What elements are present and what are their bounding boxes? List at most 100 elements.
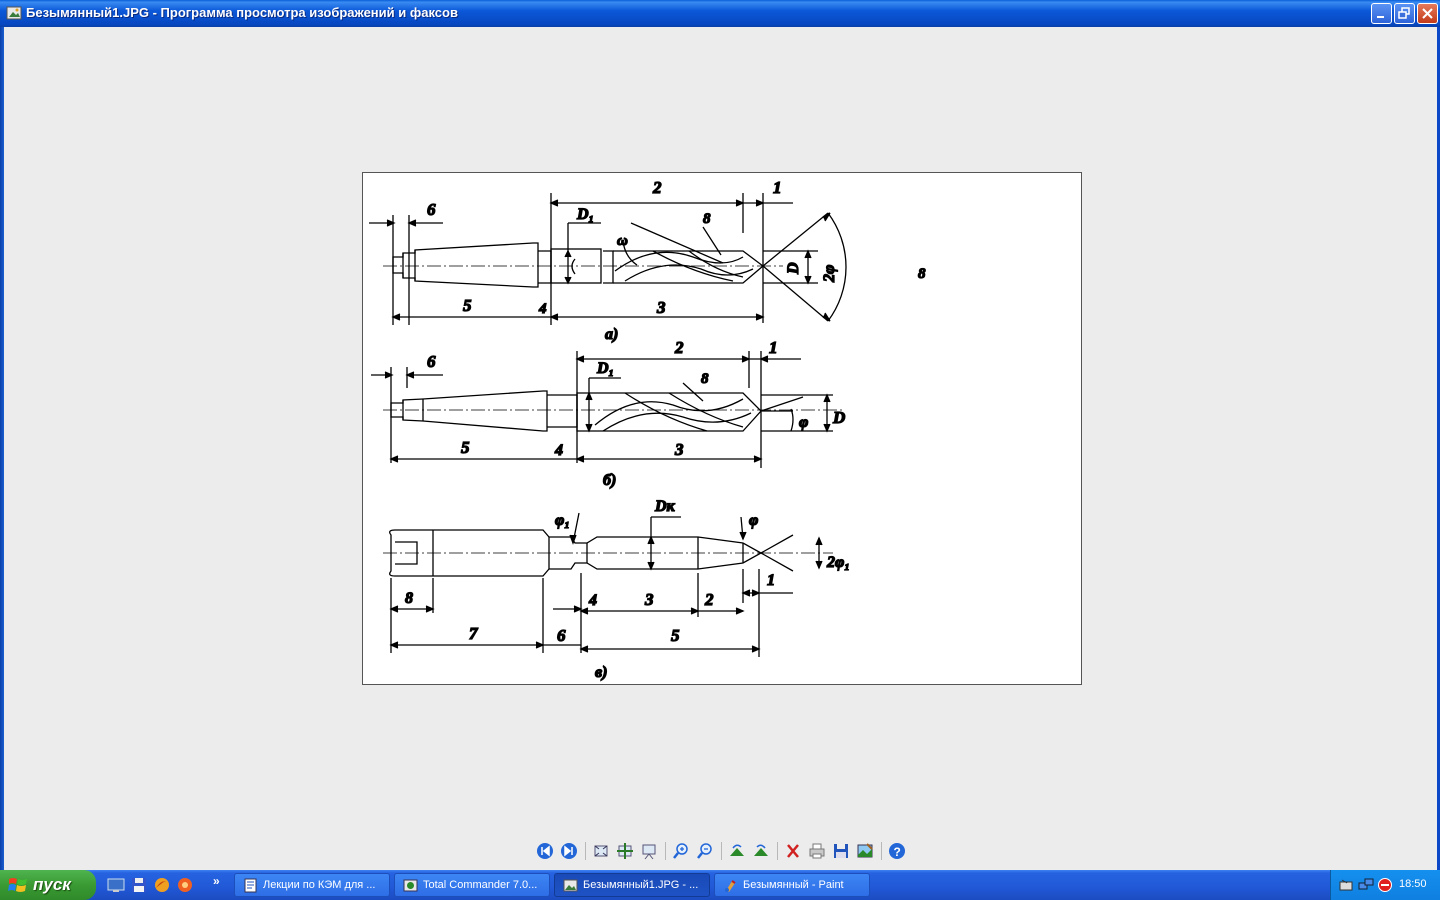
toolbar-separator (585, 842, 586, 860)
close-button[interactable] (1417, 3, 1438, 24)
fig-a-label-8: 8 (703, 211, 711, 227)
print-icon (809, 843, 825, 859)
rotate-clockwise-button[interactable] (727, 840, 747, 862)
total-commander-icon (403, 879, 418, 892)
zoom-in-icon (673, 843, 688, 859)
taskbar-item-word[interactable]: Лекции по КЭМ для ... (234, 873, 390, 897)
taskbar-item-label: Лекции по КЭМ для ... (263, 879, 376, 891)
fig-a-caption: а) (605, 326, 618, 343)
print-button[interactable] (807, 840, 827, 862)
fig-a-label-5: 5 (463, 296, 472, 315)
window-title: Безымянный1.JPG - Программа просмотра из… (26, 5, 458, 20)
drill-drawing: 6 D₁ 2 1 8 ω D 2φ 5 4 3 а) 6 D₁ 2 1 8 φ … (369, 177, 927, 682)
fig-b-label-8: 8 (701, 371, 709, 387)
fig-c-label-3: 3 (644, 590, 654, 609)
zoom-out-button[interactable] (695, 840, 715, 862)
taskbar-item-label: Безымянный - Paint (743, 879, 844, 891)
previous-image-icon (537, 843, 553, 859)
slideshow-button[interactable] (639, 840, 659, 862)
next-image-button[interactable] (559, 840, 579, 862)
zoom-out-icon (697, 843, 712, 859)
restore-button[interactable] (1394, 3, 1415, 24)
fig-b-label-1: 1 (769, 338, 778, 357)
paint-icon (725, 880, 736, 892)
toolbar-separator (721, 842, 722, 860)
clock[interactable]: 18:50 (1399, 878, 1427, 890)
taskbar-item-image-viewer[interactable]: Безымянный1.JPG - ... (554, 873, 710, 897)
zoom-in-button[interactable] (671, 840, 691, 862)
delete-button[interactable] (783, 840, 803, 862)
show-desktop-icon[interactable] (107, 876, 125, 894)
restore-icon (1398, 7, 1410, 19)
fig-c-label-8: 8 (405, 590, 413, 607)
taskbar-item-label: Безымянный1.JPG - ... (583, 879, 699, 891)
system-tray: 18:50 (1330, 870, 1440, 900)
taskbar-item-total-commander[interactable]: Total Commander 7.0... (394, 873, 550, 897)
previous-image-button[interactable] (535, 840, 555, 862)
actual-size-icon (617, 843, 633, 859)
fig-b-label-4: 4 (554, 442, 563, 459)
figure-c: φ₁ Dк φ 2φ₁ 1 8 4 3 2 7 6 5 в) (383, 497, 851, 682)
save-button[interactable] (831, 840, 851, 862)
start-button[interactable]: пуск (0, 870, 96, 900)
fig-b-label-3: 3 (674, 440, 684, 459)
rotate-counterclockwise-icon (754, 844, 768, 856)
best-fit-button[interactable] (591, 840, 611, 862)
fig-a-label-3: 3 (656, 298, 666, 317)
displayed-image[interactable]: 6 D₁ 2 1 8 ω D 2φ 5 4 3 а) 6 D₁ 2 1 8 φ … (362, 172, 1082, 685)
svg-text:?: ? (894, 845, 901, 859)
best-fit-icon (594, 845, 608, 857)
word-document-icon (244, 878, 257, 893)
actual-size-button[interactable] (615, 840, 635, 862)
taskbar: пуск » Лекции по КЭМ для ... Total Comma… (0, 870, 1440, 900)
fig-a-label-1: 1 (773, 178, 782, 197)
minimize-icon (1377, 16, 1384, 18)
fig-c-label-Dk: Dк (654, 498, 676, 515)
floppy-disk-icon[interactable] (130, 876, 148, 894)
network-icon[interactable] (1358, 877, 1374, 893)
open-in-editor-icon (857, 843, 873, 858)
figure-b: 6 D₁ 2 1 8 φ D 5 4 3 б) (371, 337, 846, 490)
fig-c-label-phi1: φ₁ (555, 512, 570, 529)
firefox-icon[interactable] (153, 876, 171, 894)
save-icon (834, 844, 848, 858)
toolbar-separator (881, 842, 882, 860)
fig-a-label-6: 6 (427, 200, 436, 219)
fig-a-label-2phi: 2φ (821, 265, 838, 283)
fig-b-label-2: 2 (674, 338, 684, 357)
help-icon: ? (889, 843, 905, 859)
fig-a-label-D: D (785, 262, 802, 275)
fig-c-label-2: 2 (704, 590, 714, 609)
window-left-border (0, 27, 4, 870)
window-titlebar[interactable]: Безымянный1.JPG - Программа просмотра из… (0, 0, 1440, 27)
fig-c-label-phi: φ (749, 512, 758, 529)
media-player-icon[interactable] (176, 876, 194, 894)
fig-c-label-6: 6 (557, 626, 566, 645)
taskbar-item-paint[interactable]: Безымянный - Paint (714, 873, 870, 897)
windows-logo-icon (8, 878, 27, 892)
stray-label-8: 8 (918, 266, 926, 282)
fig-a-label-D1: D₁ (576, 206, 594, 223)
language-keyboard-icon[interactable] (1339, 877, 1355, 893)
delete-icon (787, 844, 799, 858)
taskbar-item-label: Total Commander 7.0... (423, 879, 538, 891)
security-alert-icon[interactable] (1377, 877, 1393, 893)
toolbar-separator (665, 842, 666, 860)
minimize-button[interactable] (1371, 3, 1392, 24)
fig-b-label-D1: D₁ (596, 360, 614, 377)
fig-b-label-6: 6 (427, 352, 436, 371)
fig-c-caption: в) (595, 664, 607, 681)
rotate-clockwise-icon (730, 844, 744, 856)
fig-b-caption: б) (603, 472, 616, 489)
image-viewer-icon (563, 879, 578, 892)
rotate-counterclockwise-button[interactable] (751, 840, 771, 862)
quicklaunch-overflow-icon[interactable]: » (213, 874, 220, 888)
open-in-editor-button[interactable] (855, 840, 875, 862)
fig-c-label-2phi: 2φ₁ (826, 554, 850, 571)
close-icon (1422, 8, 1433, 19)
fig-a-label-omega: ω (617, 233, 628, 249)
fig-b-label-phi: φ (799, 414, 808, 431)
help-button[interactable]: ? (887, 840, 907, 862)
figure-a: 6 D₁ 2 1 8 ω D 2φ 5 4 3 а) (369, 177, 847, 344)
fig-c-label-4: 4 (588, 592, 597, 609)
